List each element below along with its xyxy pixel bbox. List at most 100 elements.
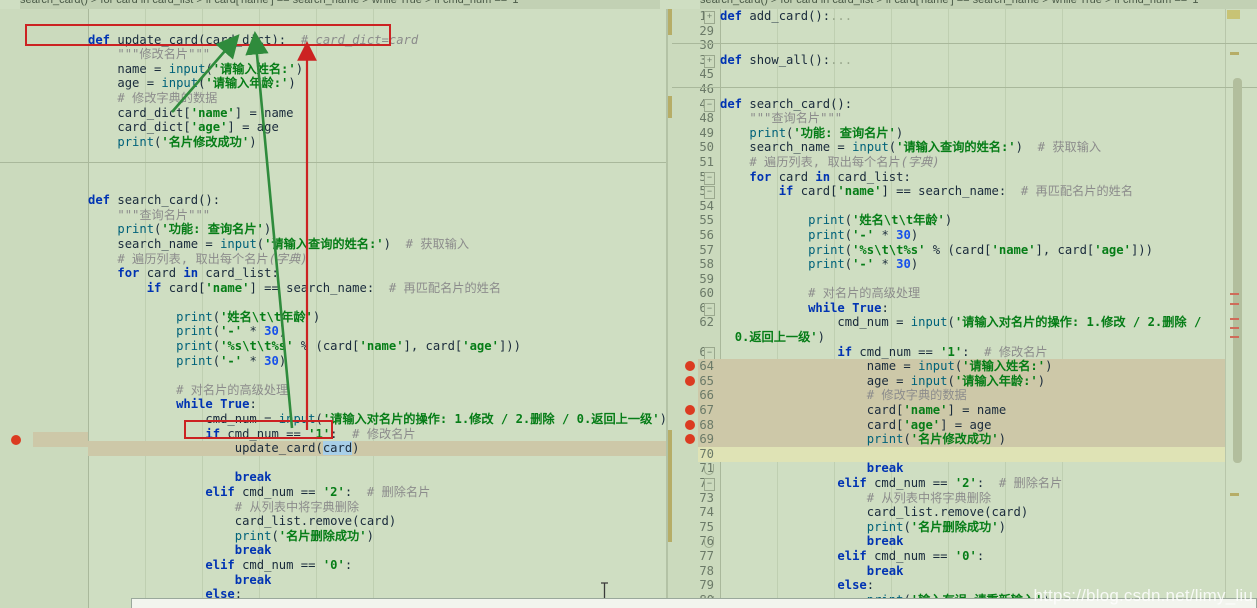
gutter-line[interactable]	[0, 573, 88, 588]
code-line[interactable]: card_dict['age'] = age	[88, 120, 668, 135]
code-line[interactable]: break	[88, 573, 668, 588]
gutter-line[interactable]: 62	[668, 315, 720, 344]
code-line[interactable]: print('姓名\t\t年龄')	[88, 310, 668, 325]
code-line[interactable]: print('-' * 30)	[720, 257, 1257, 272]
gutter-line[interactable]	[0, 208, 88, 223]
code-line[interactable]	[88, 164, 668, 179]
fold-collapse-icon[interactable]: −	[704, 302, 715, 316]
gutter-line[interactable]: 52−	[668, 170, 720, 185]
code-line[interactable]: def show_all():...	[720, 53, 1257, 68]
code-line[interactable]: break	[88, 543, 668, 558]
code-line[interactable]: age = input('请输入年龄:')	[720, 374, 1257, 389]
code-line[interactable]: break	[720, 534, 1257, 549]
code-line[interactable]: print('-' * 30)	[88, 324, 668, 339]
gutter-line[interactable]	[0, 281, 88, 296]
fold-collapse-icon[interactable]: −	[704, 478, 715, 491]
gutter-line[interactable]: 48	[668, 111, 720, 126]
gutter-line[interactable]	[0, 514, 88, 529]
gutter-line[interactable]	[0, 485, 88, 500]
gutter-line[interactable]: 59	[668, 272, 720, 287]
gutter-line[interactable]	[0, 529, 88, 544]
code-line[interactable]: print('姓名\t\t年龄')	[720, 213, 1257, 228]
code-line[interactable]: print('功能: 查询名片')	[88, 222, 668, 237]
code-line[interactable]: card_list.remove(card)	[720, 505, 1257, 520]
code-line[interactable]: """查询名片"""	[720, 111, 1257, 126]
code-line[interactable]: card['age'] = age	[720, 418, 1257, 433]
code-line[interactable]	[720, 24, 1257, 39]
gutter-line[interactable]: 75	[668, 520, 720, 535]
gutter-line[interactable]: 72−	[668, 476, 720, 491]
gutter-line[interactable]: 78	[668, 564, 720, 579]
code-line[interactable]	[720, 67, 1257, 82]
gutter-line[interactable]: 61−	[668, 301, 720, 316]
code-line[interactable]: name = input('请输入姓名:')	[88, 62, 668, 77]
gutter-line[interactable]	[0, 295, 88, 310]
fold-expand-icon[interactable]: +	[704, 11, 715, 24]
gutter-line[interactable]	[0, 368, 88, 383]
right-code-pane[interactable]: 18+293031+454647−4849505152−53−545556575…	[668, 9, 1257, 608]
gutter-line[interactable]: 49	[668, 126, 720, 141]
code-line[interactable]: card_list.remove(card)	[88, 514, 668, 529]
gutter-line[interactable]	[0, 354, 88, 369]
gutter-line[interactable]	[0, 18, 88, 33]
gutter-line[interactable]: 67	[668, 403, 720, 418]
breadcrumb-left[interactable]: search_card() > for card in card_list > …	[20, 0, 660, 9]
gutter-line[interactable]	[0, 470, 88, 485]
gutter-line[interactable]: 53−	[668, 184, 720, 200]
code-line[interactable]: if card['name'] == search_name: # 再匹配名片的…	[88, 281, 668, 296]
gutter-line[interactable]	[0, 135, 88, 150]
gutter-line[interactable]: 69	[668, 432, 720, 447]
code-line[interactable]: search_name = input('请输入查询的姓名:') # 获取输入	[720, 140, 1257, 155]
gutter-line[interactable]: 63−	[668, 345, 720, 360]
code-line[interactable]	[720, 82, 1257, 97]
code-line[interactable]: search_name = input('请输入查询的姓名:') # 获取输入	[88, 237, 668, 252]
gutter-line[interactable]: 76	[668, 534, 720, 549]
gutter-line[interactable]	[0, 500, 88, 515]
gutter-line[interactable]: 68	[668, 418, 720, 433]
left-code-text[interactable]: def update_card(card_dict): # card_dict=…	[88, 18, 668, 608]
code-line[interactable]: def search_card():	[88, 193, 668, 208]
fold-expand-icon[interactable]: +	[704, 54, 715, 68]
gutter-line[interactable]	[0, 324, 88, 339]
code-line[interactable]	[88, 368, 668, 383]
code-line[interactable]: # 对名片的高级处理	[720, 286, 1257, 301]
left-gutter[interactable]	[0, 9, 88, 608]
gutter-line[interactable]	[0, 120, 88, 135]
gutter-line[interactable]: 60	[668, 286, 720, 301]
code-line[interactable]: if cmd_num == '1': # 修改名片	[720, 345, 1257, 360]
gutter-line[interactable]	[0, 339, 88, 354]
gutter-line[interactable]	[0, 456, 88, 471]
code-line[interactable]: update_card(card)	[88, 441, 668, 456]
code-line[interactable]: if cmd_num == '1': # 修改名片	[88, 427, 668, 442]
code-line[interactable]: for card in card_list:	[720, 170, 1257, 185]
gutter-line[interactable]: 65	[668, 374, 720, 389]
right-gutter[interactable]: 18+293031+454647−4849505152−53−545556575…	[668, 9, 720, 608]
gutter-line[interactable]: 54	[668, 199, 720, 214]
gutter-line[interactable]	[0, 222, 88, 237]
code-line[interactable]: break	[720, 564, 1257, 579]
gutter-line[interactable]	[0, 193, 88, 208]
gutter-line[interactable]	[0, 383, 88, 398]
code-line[interactable]: elif cmd_num == '2': # 删除名片	[88, 485, 668, 500]
gutter-line[interactable]	[0, 76, 88, 91]
code-line[interactable]: card['name'] = name	[720, 403, 1257, 418]
code-line[interactable]: age = input('请输入年龄:')	[88, 76, 668, 91]
gutter-line[interactable]: 74	[668, 505, 720, 520]
gutter-line[interactable]	[0, 91, 88, 106]
breakpoint-icon[interactable]	[685, 419, 695, 430]
code-line[interactable]	[720, 199, 1257, 214]
code-line[interactable]: print('名片修改成功')	[88, 135, 668, 150]
code-line[interactable]: while True:	[720, 301, 1257, 316]
gutter-line[interactable]	[0, 33, 88, 48]
gutter-line[interactable]: 71	[668, 461, 720, 476]
code-line[interactable]: print('-' * 30)	[88, 354, 668, 369]
code-line[interactable]: def add_card():...	[720, 9, 1257, 24]
code-line[interactable]: elif cmd_num == '0':	[88, 558, 668, 573]
breakpoint-icon[interactable]	[685, 405, 695, 416]
code-line[interactable]: for card in card_list:	[88, 266, 668, 281]
gutter-line[interactable]	[0, 266, 88, 281]
gutter-line[interactable]	[0, 412, 88, 427]
gutter-line[interactable]: 66	[668, 388, 720, 403]
gutter-line[interactable]: 58	[668, 257, 720, 272]
code-line[interactable]: def search_card():	[720, 97, 1257, 112]
